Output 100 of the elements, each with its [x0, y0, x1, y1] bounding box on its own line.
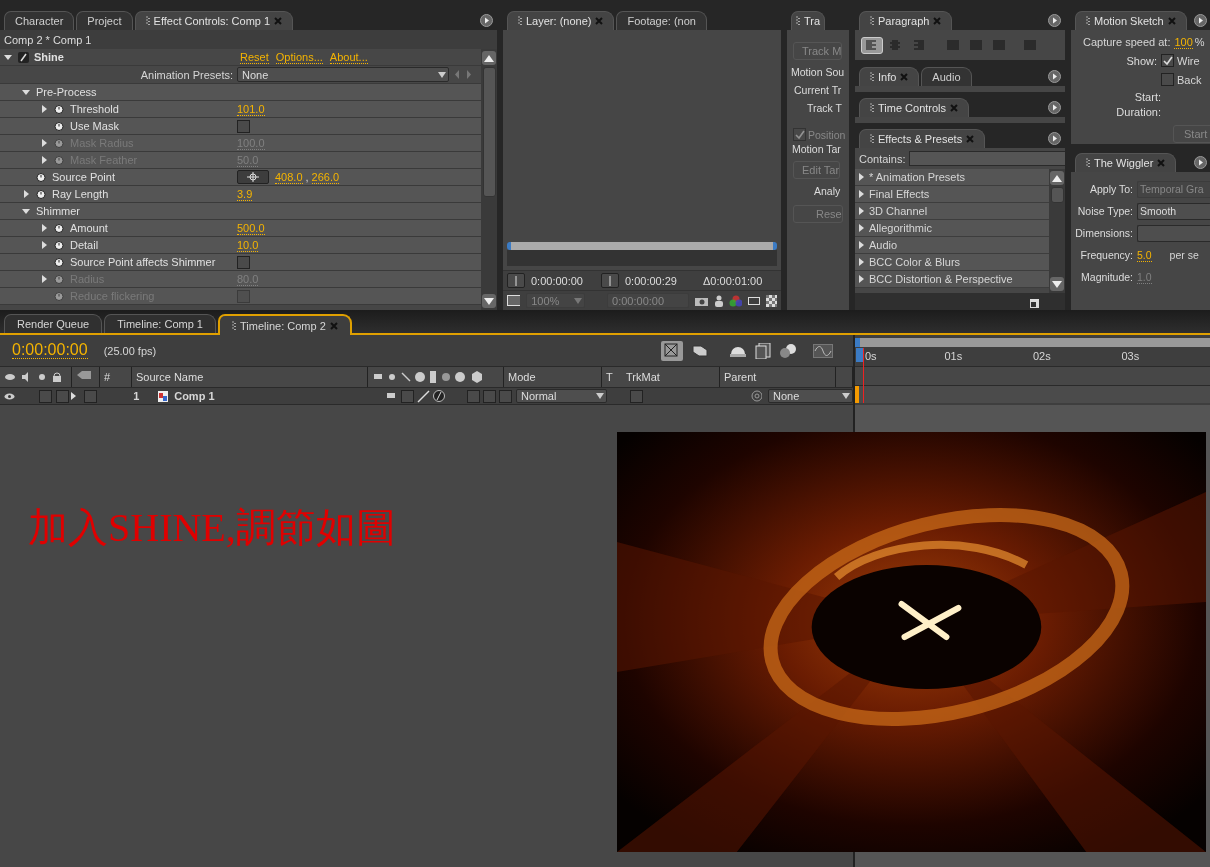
stopwatch-icon[interactable] [54, 104, 64, 114]
parent-dropdown[interactable]: None [768, 389, 853, 403]
switch-box[interactable] [401, 389, 415, 403]
switch-box[interactable] [499, 389, 513, 403]
arrow-up-icon[interactable] [484, 54, 494, 62]
twirl-icon[interactable] [40, 156, 48, 164]
grip-icon[interactable] [1086, 16, 1090, 26]
checkerboard-icon[interactable] [765, 294, 777, 307]
panel-tab[interactable]: Character [4, 11, 75, 30]
panel-menu-icon[interactable] [1048, 14, 1061, 27]
timeline-tab[interactable]: Timeline: Comp 2 [217, 314, 352, 335]
switch-box[interactable] [84, 389, 98, 403]
panel-menu-icon[interactable] [1048, 70, 1061, 83]
grip-icon[interactable] [145, 16, 150, 26]
effect-category[interactable]: BCC Color & Blurs [855, 254, 1049, 271]
stopwatch-icon[interactable] [54, 121, 64, 131]
switch-box[interactable] [629, 389, 643, 403]
stopwatch-icon[interactable] [54, 257, 64, 267]
align-button[interactable] [861, 36, 883, 54]
effect-category[interactable]: BCC Distortion & Perspective [855, 271, 1049, 288]
capture-value[interactable]: 100 [1174, 35, 1193, 49]
set-out-button[interactable] [601, 273, 619, 288]
panel-menu-icon[interactable] [1194, 156, 1207, 169]
panel-tab[interactable]: Tra [791, 11, 826, 30]
switch-box[interactable] [39, 389, 52, 403]
cube-icon[interactable] [691, 343, 709, 358]
stopwatch-icon[interactable] [36, 172, 46, 182]
twirl-icon[interactable] [22, 207, 30, 215]
twirl-icon[interactable] [40, 224, 48, 232]
twirl-icon[interactable] [71, 392, 77, 400]
person-icon[interactable] [713, 294, 724, 307]
field-value[interactable]: 5.0 [1137, 248, 1152, 262]
timeline-tab[interactable]: Render Queue [4, 314, 103, 333]
effect-link[interactable]: Reset [240, 50, 269, 64]
playhead[interactable] [856, 348, 864, 403]
grip-icon[interactable] [231, 320, 236, 331]
twirl-icon[interactable] [4, 53, 12, 61]
toggle-switches-icon[interactable] [661, 340, 683, 361]
scrollbar[interactable] [481, 49, 497, 310]
panel-tab[interactable]: The Wiggler [1075, 153, 1177, 172]
twirl-icon[interactable] [40, 105, 48, 113]
twirl-icon[interactable] [40, 275, 48, 283]
arrow-down-icon[interactable] [484, 297, 494, 305]
effect-icon[interactable] [433, 390, 446, 402]
property-value[interactable]: 10.0 [237, 238, 259, 252]
monitor-icon[interactable] [507, 295, 521, 306]
column-header[interactable]: Mode [504, 367, 602, 387]
column-header[interactable]: # [100, 367, 132, 387]
checkbox[interactable] [1161, 54, 1174, 67]
scroll-thumb[interactable] [1050, 187, 1064, 203]
switch-box[interactable] [467, 389, 481, 403]
arrow-up-icon[interactable] [1052, 174, 1062, 182]
grip-icon[interactable] [518, 16, 522, 26]
stopwatch-icon[interactable] [54, 240, 64, 250]
new-preset-icon[interactable] [1030, 299, 1039, 308]
motion-blur-icon[interactable] [779, 342, 797, 359]
twirl-icon[interactable] [40, 139, 48, 147]
quality-icon[interactable] [417, 389, 431, 403]
group-row[interactable]: Pre-Process [0, 84, 481, 101]
property-value[interactable]: 3.9 [237, 187, 253, 201]
effect-category[interactable]: * Animation Presets [855, 169, 1049, 186]
panel-tab[interactable]: Motion Sketch [1075, 11, 1187, 30]
checkbox[interactable] [237, 255, 250, 269]
twirl-icon[interactable] [40, 241, 48, 249]
graph-icon[interactable] [813, 343, 833, 358]
property-value[interactable]: 408.0 [275, 170, 303, 184]
panel-tab[interactable]: Effects & Presets [859, 129, 986, 148]
effect-category[interactable]: Audio [855, 237, 1049, 254]
panel-tab[interactable]: Audio [921, 67, 972, 86]
panel-menu-icon[interactable] [1048, 101, 1061, 114]
panel-tab[interactable]: Effect Controls: Comp 1 [134, 11, 294, 30]
grip-icon[interactable] [1086, 158, 1090, 168]
grip-icon[interactable] [796, 16, 800, 26]
twirl-icon[interactable] [22, 88, 30, 96]
effect-link[interactable]: Options... [275, 50, 323, 64]
frames-icon[interactable] [755, 342, 771, 359]
column-header[interactable]: T [602, 367, 622, 387]
checkbox[interactable] [1161, 73, 1174, 86]
layer-name[interactable]: Comp 1 [174, 390, 215, 402]
effect-category[interactable]: Final Effects [855, 186, 1049, 203]
switch-box[interactable] [56, 389, 69, 403]
scroll-thumb[interactable] [482, 67, 496, 197]
effect-category[interactable]: 3D Channel [855, 203, 1049, 220]
column-header[interactable]: TrkMat [622, 367, 720, 387]
wiggler-dropdown[interactable]: Smooth [1137, 202, 1210, 220]
grip-icon[interactable] [870, 134, 874, 144]
column-header[interactable]: Parent [720, 367, 836, 387]
pick-whip-icon[interactable] [750, 390, 763, 402]
panel-tab[interactable]: Project [76, 11, 133, 30]
stopwatch-icon[interactable] [36, 189, 46, 199]
panel-tab[interactable]: Time Controls [859, 98, 970, 117]
panel-menu-icon[interactable] [480, 14, 493, 27]
contains-field[interactable] [909, 151, 1065, 166]
checkbox[interactable] [793, 128, 806, 141]
grip-icon[interactable] [870, 72, 874, 82]
set-in-button[interactable] [507, 273, 525, 288]
eye-icon[interactable] [4, 392, 15, 400]
switch-box[interactable] [483, 389, 497, 403]
panel-tab[interactable]: Layer: (none) [507, 11, 615, 30]
twirl-icon[interactable] [22, 190, 30, 198]
